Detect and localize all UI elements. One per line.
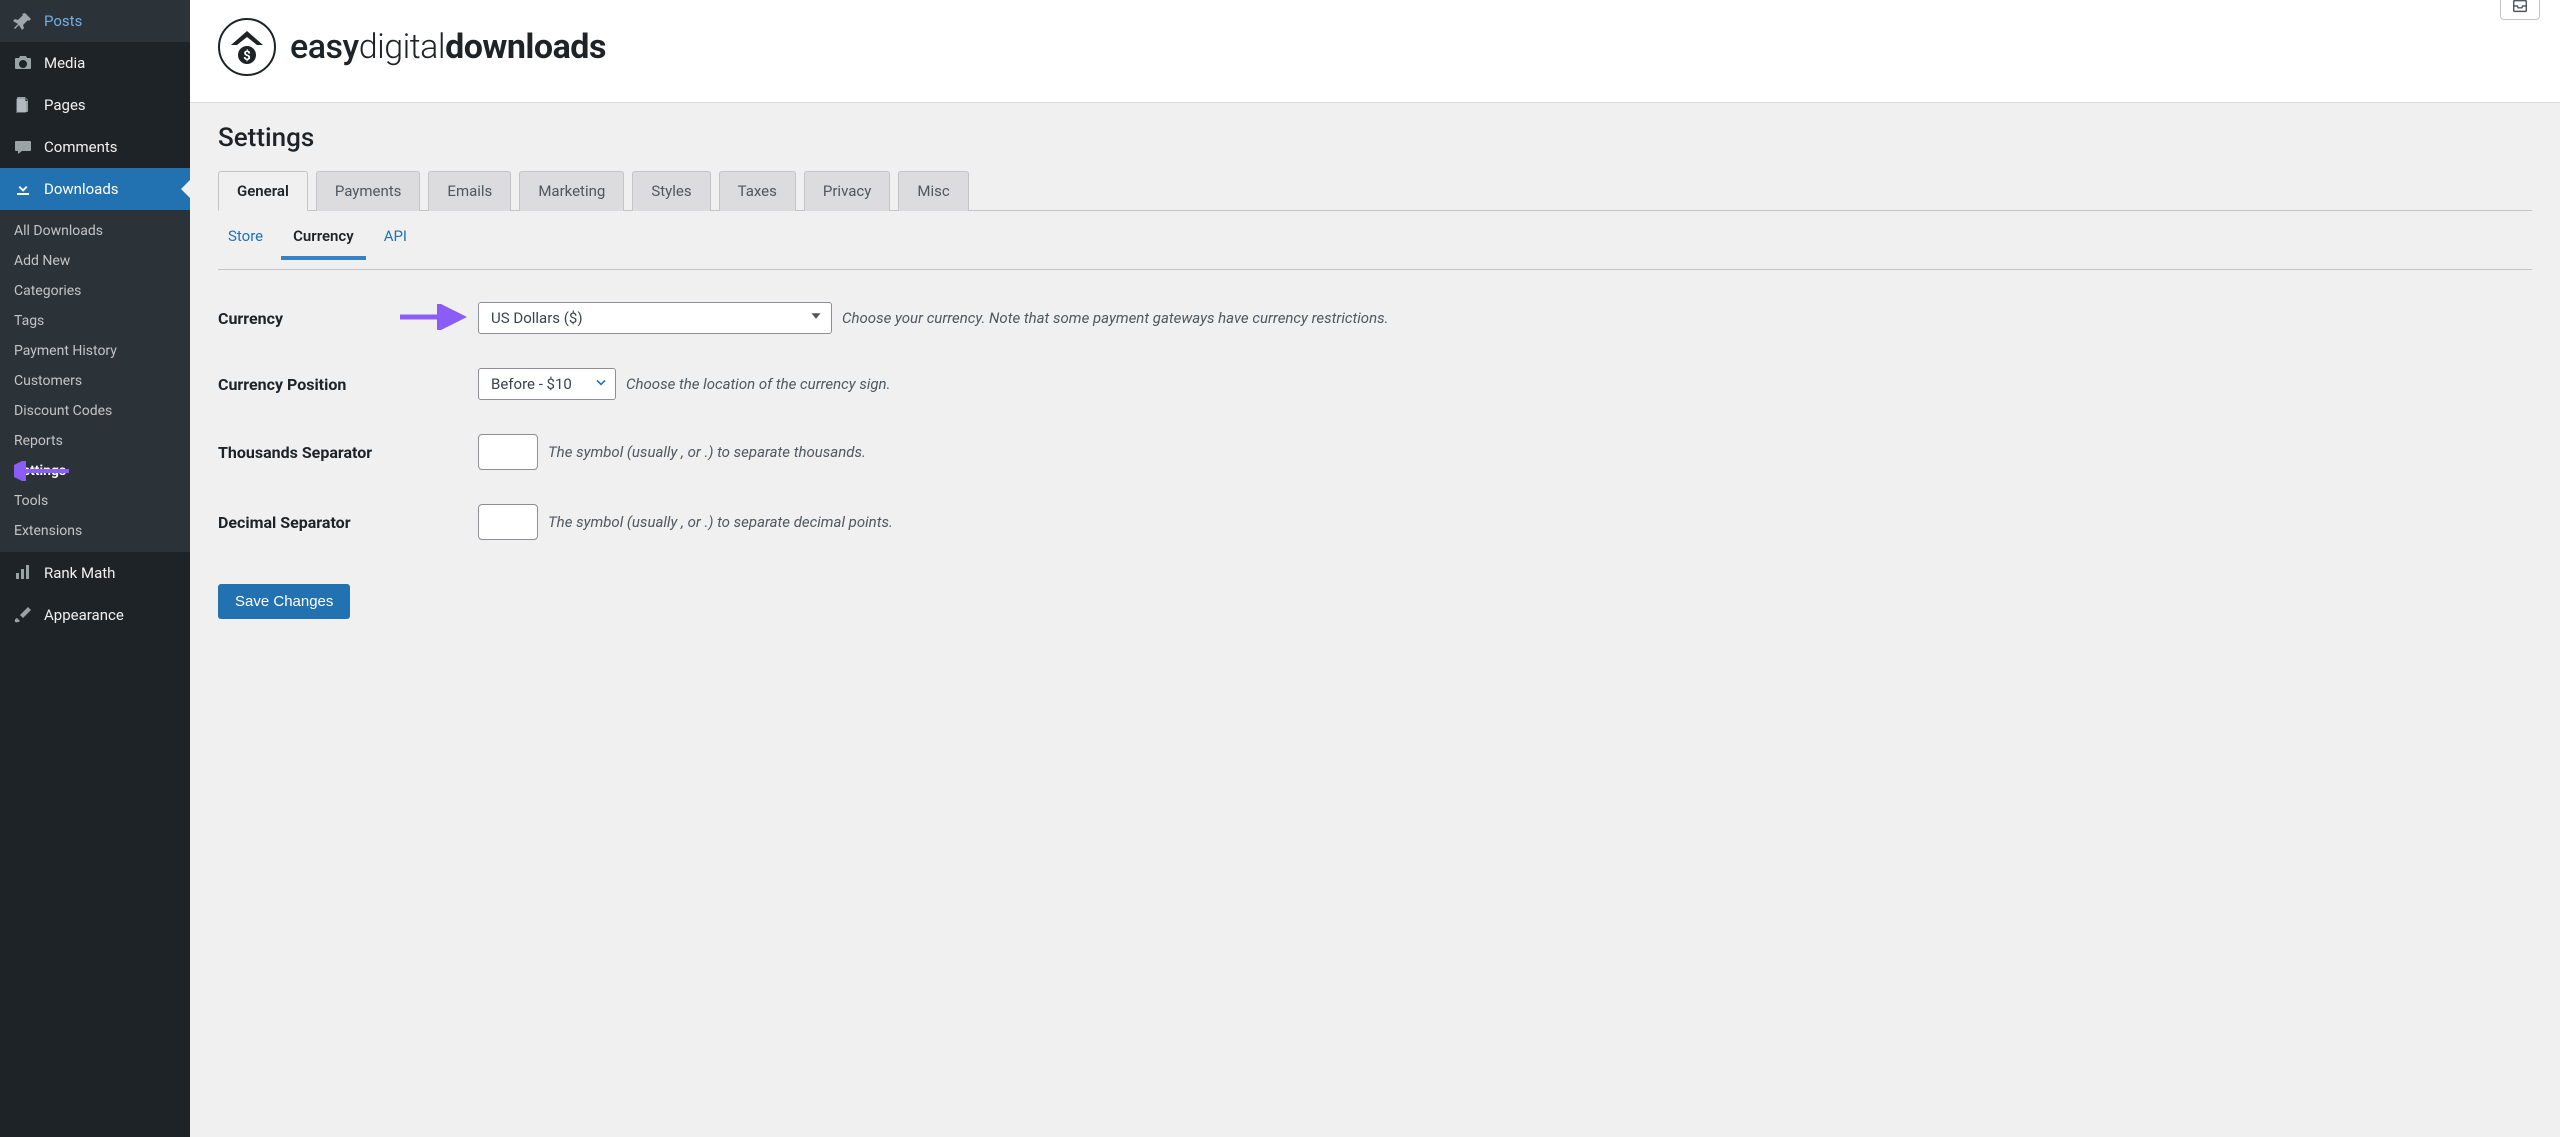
inbox-icon: [2511, 0, 2529, 19]
field-row-thousands-separator: Thousands Separator The symbol (usually …: [218, 434, 2532, 470]
sidebar-item-comments[interactable]: Comments: [0, 126, 190, 168]
brand-text: easydigitaldownloads: [290, 27, 606, 67]
brush-icon: [12, 604, 34, 626]
select-value: Before - $10: [491, 375, 572, 393]
camera-icon: [12, 52, 34, 74]
field-description: The symbol (usually , or .) to separate …: [548, 443, 866, 461]
submenu-extensions[interactable]: Extensions: [0, 516, 190, 546]
brand-logo-icon: $: [218, 18, 276, 76]
select-value: US Dollars ($): [491, 309, 583, 327]
submenu-categories[interactable]: Categories: [0, 276, 190, 306]
sidebar-item-label: Posts: [44, 12, 82, 30]
sidebar-item-posts[interactable]: Posts: [0, 0, 190, 42]
tab-payments[interactable]: Payments: [316, 171, 421, 211]
comment-icon: [12, 136, 34, 158]
submenu-payment-history[interactable]: Payment History: [0, 336, 190, 366]
field-label: Currency: [218, 309, 478, 328]
decimal-separator-input[interactable]: [478, 504, 538, 540]
tab-general[interactable]: General: [218, 171, 308, 211]
chevron-down-icon: [593, 374, 609, 394]
currency-select[interactable]: US Dollars ($): [478, 302, 832, 334]
pin-icon: [12, 10, 34, 32]
admin-sidebar: Posts Media Pages Comments Downloads All…: [0, 0, 190, 1137]
subtab-api[interactable]: API: [384, 227, 407, 259]
tab-privacy[interactable]: Privacy: [804, 171, 890, 211]
field-row-decimal-separator: Decimal Separator The symbol (usually , …: [218, 504, 2532, 540]
main-content: $ easydigitaldownloads Settings General …: [190, 0, 2560, 1137]
field-row-currency: Currency US Dollars ($) Choose your curr…: [218, 302, 2532, 334]
currency-position-select[interactable]: Before - $10: [478, 368, 616, 400]
submenu-tags[interactable]: Tags: [0, 306, 190, 336]
field-label: Decimal Separator: [218, 513, 478, 532]
tab-taxes[interactable]: Taxes: [719, 171, 796, 211]
pages-icon: [12, 94, 34, 116]
submenu-reports[interactable]: Reports: [0, 426, 190, 456]
sidebar-item-media[interactable]: Media: [0, 42, 190, 84]
tab-marketing[interactable]: Marketing: [519, 171, 624, 211]
page-title: Settings: [218, 123, 2532, 153]
chevron-down-icon: [807, 307, 825, 329]
field-description: Choose your currency. Note that some pay…: [842, 309, 1388, 327]
settings-form: Currency US Dollars ($) Choose your curr…: [218, 302, 2532, 619]
header-bar: $ easydigitaldownloads: [190, 0, 2560, 103]
tab-misc[interactable]: Misc: [898, 171, 968, 211]
inbox-button[interactable]: [2500, 0, 2540, 20]
submenu-customers[interactable]: Customers: [0, 366, 190, 396]
submenu-discount-codes[interactable]: Discount Codes: [0, 396, 190, 426]
submenu-settings[interactable]: Settings: [0, 456, 190, 486]
primary-tabs: General Payments Emails Marketing Styles…: [218, 171, 2532, 211]
sidebar-item-label: Comments: [44, 138, 118, 156]
sidebar-item-rank-math[interactable]: Rank Math: [0, 552, 190, 594]
subtab-currency[interactable]: Currency: [293, 227, 354, 259]
svg-text:$: $: [243, 49, 250, 64]
field-label: Currency Position: [218, 375, 478, 394]
tab-emails[interactable]: Emails: [428, 171, 511, 211]
field-description: Choose the location of the currency sign…: [626, 375, 890, 393]
sidebar-submenu: All Downloads Add New Categories Tags Pa…: [0, 210, 190, 552]
brand: $ easydigitaldownloads: [218, 18, 606, 76]
submenu-add-new[interactable]: Add New: [0, 246, 190, 276]
sidebar-item-label: Media: [44, 54, 85, 72]
chart-icon: [12, 562, 34, 584]
sidebar-item-label: Rank Math: [44, 564, 115, 582]
field-row-currency-position: Currency Position Before - $10 Choose th…: [218, 368, 2532, 400]
secondary-tabs: Store Currency API: [218, 211, 2532, 270]
sidebar-item-pages[interactable]: Pages: [0, 84, 190, 126]
submenu-tools[interactable]: Tools: [0, 486, 190, 516]
sidebar-item-label: Pages: [44, 96, 86, 114]
sidebar-item-downloads[interactable]: Downloads: [0, 168, 190, 210]
content-area: Settings General Payments Emails Marketi…: [190, 103, 2560, 659]
submenu-all-downloads[interactable]: All Downloads: [0, 216, 190, 246]
thousands-separator-input[interactable]: [478, 434, 538, 470]
sidebar-item-appearance[interactable]: Appearance: [0, 594, 190, 636]
field-description: The symbol (usually , or .) to separate …: [548, 513, 893, 531]
subtab-store[interactable]: Store: [228, 227, 263, 259]
tab-styles[interactable]: Styles: [632, 171, 710, 211]
download-icon: [12, 178, 34, 200]
sidebar-item-label: Downloads: [44, 180, 119, 198]
field-label: Thousands Separator: [218, 443, 478, 462]
save-button[interactable]: Save Changes: [218, 584, 350, 619]
sidebar-item-label: Appearance: [44, 606, 124, 624]
